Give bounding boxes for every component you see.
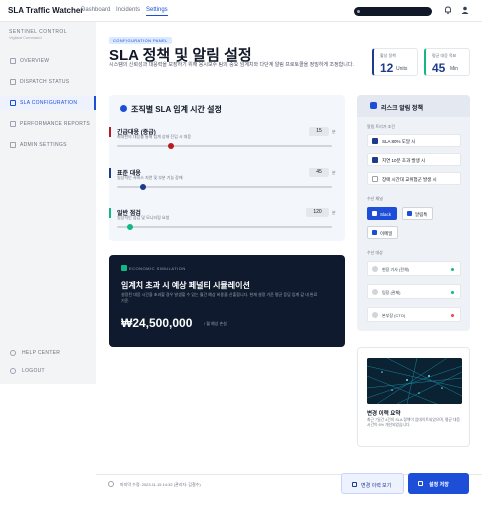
chart-icon (10, 121, 16, 127)
simulation-tag: ECONOMIC SIMULATION (129, 266, 186, 271)
avatar (372, 266, 378, 272)
sidebar-item-label: OVERVIEW (20, 58, 50, 64)
sidebar-item-admin-settings[interactable]: ADMIN SETTINGS (0, 138, 96, 152)
sidebar-item-dispatch-status[interactable]: DISPATCH STATUS (0, 75, 96, 89)
help-center-link[interactable]: HELP CENTER (0, 347, 96, 359)
gear-icon (10, 142, 16, 148)
logout-icon (10, 368, 16, 374)
sidebar-item-label: DISPATCH STATUS (20, 79, 70, 85)
status-dot (451, 268, 454, 271)
sidebar-item-label: SLA CONFIGURATION (20, 100, 78, 106)
checkbox-unchecked-icon (372, 176, 378, 182)
threshold-slider-handle[interactable] (167, 143, 174, 149)
logout-link[interactable]: LOGOUT (0, 365, 96, 377)
threshold-row-standard: 표준 대응 일상적인 서비스 지연 및 부분 기능 장애 45 분 (109, 168, 345, 200)
sidebar-subtitle: Vigilant Command (9, 35, 42, 40)
help-icon (10, 350, 16, 356)
card-title: 조직별 SLA 임계 시간 설정 (131, 105, 222, 114)
calculator-icon (121, 265, 127, 271)
message-icon (407, 211, 412, 216)
channel-email[interactable]: 이메일 (367, 226, 398, 239)
risk-card-header: 리스크 알림 정책 (357, 95, 470, 117)
page-description: 시스템의 신뢰성과 대응력을 보장하기 위해 응시보수 팀의 중요 임계치와 다… (109, 62, 354, 68)
history-icon (352, 482, 357, 487)
condition-checkbox-delay10[interactable]: 지연 10분 초과 발생 시 (367, 153, 461, 166)
nav-dashboard[interactable]: Dashboard (81, 7, 110, 13)
recipient-team-lead[interactable]: 팀장 (관제) (367, 284, 461, 299)
history-title: 변경 이력 요약 (367, 411, 401, 417)
truck-icon (10, 79, 16, 85)
checkbox-checked-icon (372, 157, 378, 163)
kpi-avg-response-target: 평균 대응 목표 45 Min (424, 48, 470, 76)
conditions-label: 알림 트리거 조건 (367, 124, 395, 129)
status-dot (451, 291, 454, 294)
avatar (372, 289, 378, 295)
threshold-row-urgent: 긴급대응 (중급) 최대한의 대응을 통해 임계 상태 진입 시 대응 15 분 (109, 127, 345, 159)
recipient-cto[interactable]: 본부장 (CTO) (367, 307, 461, 322)
threshold-slider-track[interactable] (117, 226, 332, 228)
last-modified-text: 마지막 수정: 2023.11.15 14:32 (관리자: 김철수) (120, 482, 201, 487)
sla-threshold-card: 조직별 SLA 임계 시간 설정 긴급대응 (중급) 최대한의 대응을 통해 임… (109, 95, 345, 241)
condition-checkbox-sla80[interactable]: SLA 80% 도달 시 (367, 134, 461, 147)
simulation-amount: ₩24,500,000 (121, 316, 193, 330)
simulation-description: 설정된 대응 시간을 초과할 경우 발생할 수 있는 월간 예상 비용을 산출합… (121, 292, 318, 303)
threshold-slider-handle[interactable] (139, 184, 146, 190)
sidebar-item-label: PERFORMANCE REPORTS (20, 121, 91, 127)
threshold-slider-track[interactable] (117, 186, 332, 188)
nav-settings[interactable]: Settings (146, 7, 168, 16)
nav-incidents[interactable]: Incidents (116, 7, 140, 13)
grid-icon (10, 58, 16, 64)
channels-label: 수신 채널 (367, 196, 383, 201)
condition-checkbox-highrisk[interactable]: 장애 시간대 교위험군 발생 시 (367, 172, 461, 185)
simulation-unit: / 월 예상 손실 (204, 321, 227, 326)
threshold-row-general: 일반 점검 일상적인 점검 및 모니터링 요청 120 분 (109, 208, 345, 240)
avatar (372, 312, 378, 318)
sidebar-item-sla-configuration[interactable]: SLA CONFIGURATION (0, 96, 96, 110)
priority-bar (109, 208, 111, 218)
bell-icon[interactable] (443, 5, 453, 15)
threshold-slider-track[interactable] (117, 145, 332, 147)
user-avatar-icon[interactable] (460, 5, 470, 15)
priority-bar (109, 127, 111, 137)
save-settings-button[interactable]: 설정 저장 (408, 473, 469, 494)
channel-kakao[interactable]: 알림톡 (402, 207, 433, 220)
search-icon (357, 10, 360, 13)
panel-tag: CONFIGURATION PANEL (109, 37, 172, 44)
threshold-input[interactable]: 45 (309, 168, 329, 177)
penalty-simulation-card: ECONOMIC SIMULATION 임계치 초과 시 예상 페널티 시뮬레이… (109, 255, 345, 347)
view-history-button[interactable]: 변경 이력 보기 (341, 473, 404, 494)
priority-bar (109, 168, 111, 178)
chat-icon (372, 211, 377, 216)
status-dot (451, 314, 454, 317)
checkbox-checked-icon (372, 138, 378, 144)
clock-icon (120, 105, 127, 112)
sidebar-item-overview[interactable]: OVERVIEW (0, 54, 96, 68)
sidebar: SENTINEL CONTROL Vigilant Command OVERVI… (0, 22, 96, 384)
history-icon (108, 481, 114, 487)
sidebar-item-performance-reports[interactable]: PERFORMANCE REPORTS (0, 117, 96, 131)
mail-icon (372, 230, 377, 235)
card-title: 리스크 알림 정책 (381, 106, 423, 112)
recipient-field-staff[interactable]: 현장 기사 (전체) (367, 261, 461, 276)
threshold-input[interactable]: 120 (306, 208, 329, 217)
save-icon (418, 481, 423, 486)
simulation-title: 임계치 초과 시 예상 페널티 시뮬레이션 (121, 281, 250, 290)
threshold-input[interactable]: 15 (309, 127, 329, 136)
risk-alert-card: 리스크 알림 정책 알림 트리거 조건 SLA 80% 도달 시 지연 10분 … (357, 95, 470, 331)
sliders-icon (10, 100, 16, 106)
network-image (367, 358, 462, 404)
sidebar-item-label: ADMIN SETTINGS (20, 142, 67, 148)
history-description: 최근 7일간 4건의 SLA 정책이 업데이트되었으며, 평균 대응 시간이 6… (367, 418, 460, 427)
kpi-active-policies: 활성 정책 12 Units (372, 48, 418, 76)
channel-slack[interactable]: Slack (367, 207, 397, 220)
search-bar[interactable] (354, 7, 432, 16)
top-bar: SLA Traffic Watcher Dashboard Incidents … (0, 0, 482, 22)
history-summary-card: 변경 이력 요약 최근 7일간 4건의 SLA 정책이 업데이트되었으며, 평균… (357, 347, 470, 447)
alert-icon (370, 102, 377, 109)
recipients-label: 수신 대상 (367, 250, 383, 255)
app-brand: SLA Traffic Watcher (8, 6, 84, 15)
threshold-slider-handle[interactable] (126, 224, 133, 230)
